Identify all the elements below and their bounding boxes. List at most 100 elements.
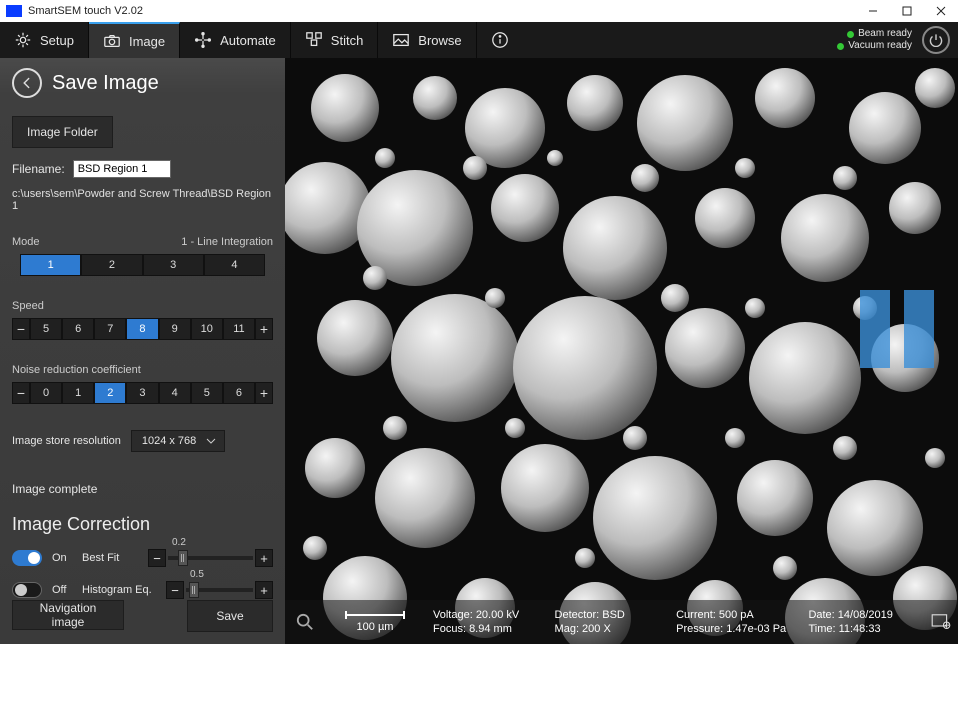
- camera-icon: [103, 32, 121, 50]
- titlebar: SmartSEM touch V2.02: [0, 0, 958, 22]
- noise-option[interactable]: 2: [94, 382, 126, 404]
- mode-option[interactable]: 3: [143, 254, 204, 276]
- slider-decrement[interactable]: −: [166, 581, 184, 599]
- filename-label: Filename:: [12, 162, 65, 176]
- save-image-panel: Save Image Image Folder Filename: c:\use…: [0, 58, 285, 644]
- histeq-value: 0.5: [190, 569, 204, 580]
- status-beam: Beam ready: [858, 28, 912, 40]
- mode-option[interactable]: 1: [20, 254, 81, 276]
- status-vacuum: Vacuum ready: [848, 40, 912, 52]
- tab-label: Browse: [418, 33, 461, 48]
- picture-icon: [392, 31, 410, 49]
- tab-image[interactable]: Image: [89, 22, 180, 58]
- mode-label: Mode: [12, 236, 40, 248]
- navigation-image-button[interactable]: Navigation image: [12, 600, 124, 630]
- status-focus: Focus: 8.94 mm: [433, 623, 541, 635]
- status-current: Current: 500 pA: [676, 609, 794, 621]
- noise-option[interactable]: 5: [191, 382, 223, 404]
- bestfit-state: On: [52, 552, 72, 564]
- bestfit-value: 0.2: [172, 537, 186, 548]
- status-time: Time: 11:48:33: [808, 623, 916, 635]
- noise-option[interactable]: 1: [62, 382, 94, 404]
- noise-decrement[interactable]: −: [12, 382, 30, 404]
- speed-option[interactable]: 5: [30, 318, 62, 340]
- stitch-icon: [305, 31, 323, 49]
- status-date: Date: 14/08/2019: [808, 609, 916, 621]
- resolution-select[interactable]: 1024 x 768: [131, 430, 225, 452]
- noise-option[interactable]: 6: [223, 382, 255, 404]
- image-folder-button[interactable]: Image Folder: [12, 116, 113, 148]
- scale-label: 100 µm: [357, 621, 394, 633]
- slider-decrement[interactable]: −: [148, 549, 166, 567]
- speed-selector[interactable]: − 5 6 7 8 9 10 11 +: [12, 318, 273, 340]
- panel-title: Save Image: [52, 72, 159, 95]
- image-correction-title: Image Correction: [12, 514, 273, 535]
- status-pressure: Pressure: 1.47e-03 Pa: [676, 623, 794, 635]
- tab-label: Automate: [220, 33, 276, 48]
- noise-selector[interactable]: − 0 1 2 3 4 5 6 +: [12, 382, 273, 404]
- tab-automate[interactable]: Automate: [180, 22, 291, 58]
- noise-option[interactable]: 4: [159, 382, 191, 404]
- bestfit-slider[interactable]: 0.2 − +: [148, 549, 273, 567]
- speed-option[interactable]: 6: [62, 318, 94, 340]
- noise-increment[interactable]: +: [255, 382, 273, 404]
- status-mag: Mag: 200 X: [555, 623, 663, 635]
- slider-increment[interactable]: +: [255, 549, 273, 567]
- close-button[interactable]: [924, 0, 958, 22]
- automate-icon: [194, 31, 212, 49]
- speed-label: Speed: [12, 300, 44, 312]
- speed-option[interactable]: 11: [223, 318, 255, 340]
- bestfit-name: Best Fit: [82, 552, 138, 564]
- scale-bar: 100 µm: [325, 600, 425, 644]
- status-dot-vacuum: [837, 43, 844, 50]
- noise-label: Noise reduction coefficient: [12, 364, 141, 376]
- filename-input[interactable]: [73, 160, 171, 178]
- histeq-state: Off: [52, 584, 72, 596]
- power-button[interactable]: [922, 26, 950, 54]
- maximize-button[interactable]: [890, 0, 924, 22]
- status-dot-beam: [847, 31, 854, 38]
- tab-setup[interactable]: Setup: [0, 22, 89, 58]
- pause-icon[interactable]: [860, 290, 934, 368]
- mode-value: 1 - Line Integration: [181, 236, 273, 248]
- speed-option[interactable]: 9: [159, 318, 191, 340]
- speed-decrement[interactable]: −: [12, 318, 30, 340]
- zoom-icon[interactable]: [285, 600, 325, 644]
- speed-option[interactable]: 7: [94, 318, 126, 340]
- status-detector: Detector: BSD: [555, 609, 663, 621]
- gear-icon: [14, 31, 32, 49]
- save-button[interactable]: Save: [187, 600, 273, 632]
- mode-selector[interactable]: 1 2 3 4: [20, 254, 265, 276]
- noise-option[interactable]: 3: [126, 382, 158, 404]
- info-icon[interactable]: [491, 31, 509, 49]
- sem-image: [285, 58, 958, 644]
- tab-stitch[interactable]: Stitch: [291, 22, 379, 58]
- app-logo: [6, 5, 22, 17]
- sem-viewport[interactable]: 100 µm Voltage: 20.00 kV Detector: BSD C…: [285, 58, 958, 644]
- minimize-button[interactable]: [856, 0, 890, 22]
- window-title: SmartSEM touch V2.02: [28, 5, 856, 17]
- speed-option[interactable]: 10: [191, 318, 223, 340]
- tab-label: Setup: [40, 33, 74, 48]
- back-button[interactable]: [12, 68, 42, 98]
- histeq-toggle[interactable]: [12, 582, 42, 598]
- mode-option[interactable]: 4: [204, 254, 265, 276]
- slider-increment[interactable]: +: [255, 581, 273, 599]
- display-settings-icon[interactable]: [924, 600, 958, 644]
- histeq-name: Histogram Eq.: [82, 584, 156, 596]
- tab-label: Image: [129, 34, 165, 49]
- noise-option[interactable]: 0: [30, 382, 62, 404]
- mode-option[interactable]: 2: [81, 254, 142, 276]
- tab-label: Stitch: [331, 33, 364, 48]
- bestfit-toggle[interactable]: [12, 550, 42, 566]
- system-status: Beam ready Vacuum ready: [837, 28, 912, 52]
- resolution-value: 1024 x 768: [142, 435, 196, 447]
- file-path: c:\users\sem\Powder and Screw Thread\BSD…: [12, 188, 273, 212]
- chevron-down-icon: [206, 436, 216, 446]
- menubar: Setup Image Automate Stitch Browse Beam …: [0, 22, 958, 58]
- speed-increment[interactable]: +: [255, 318, 273, 340]
- status-bar: 100 µm Voltage: 20.00 kV Detector: BSD C…: [285, 600, 958, 644]
- histeq-slider[interactable]: 0.5 − +: [166, 581, 273, 599]
- tab-browse[interactable]: Browse: [378, 22, 476, 58]
- speed-option[interactable]: 8: [126, 318, 158, 340]
